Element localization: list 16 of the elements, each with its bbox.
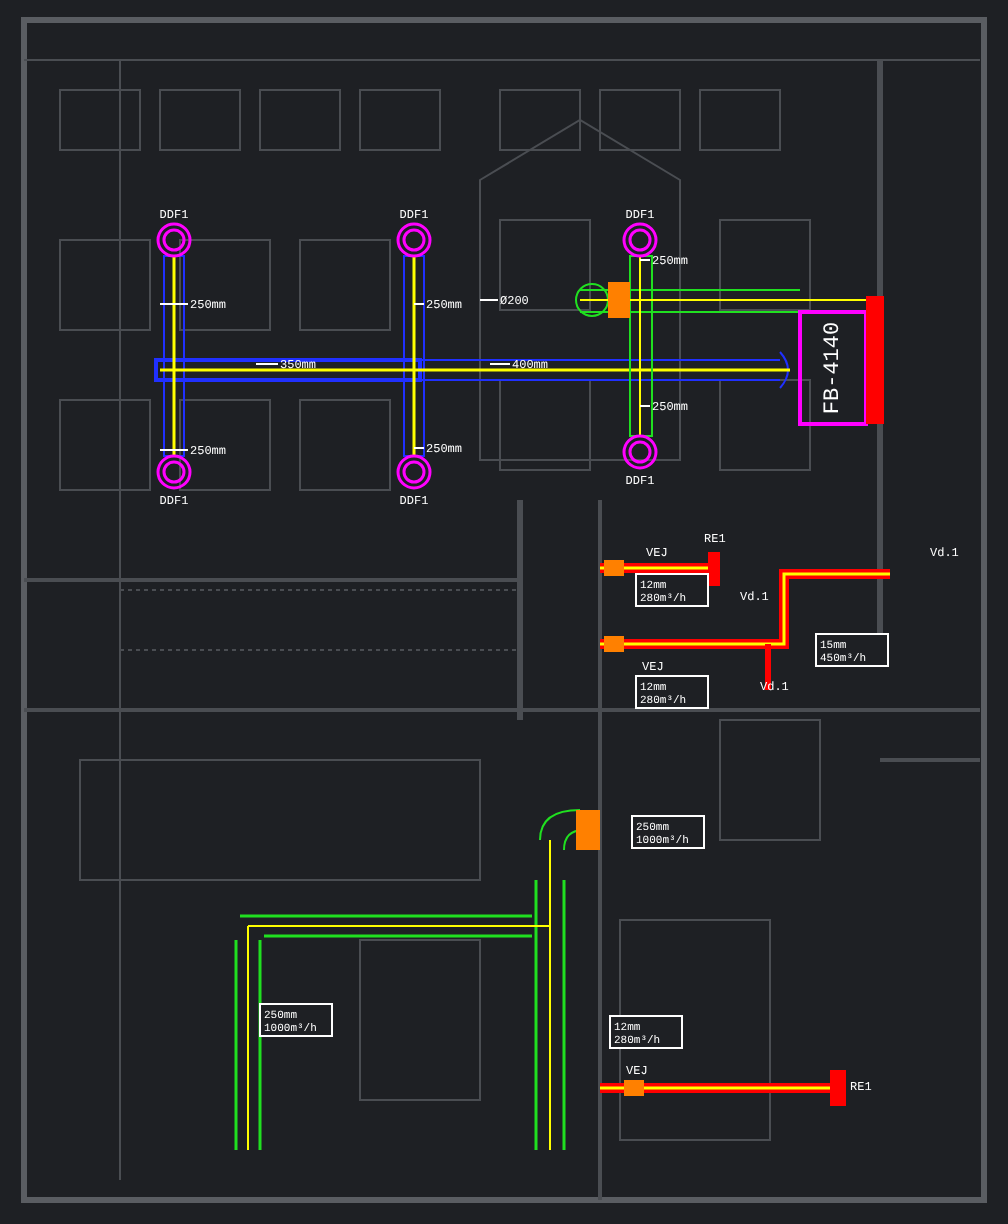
leader-line [413, 303, 425, 305]
diffuser-icon [396, 454, 432, 490]
leader-line [159, 303, 189, 305]
leader-line [639, 405, 651, 407]
diffuser-icon [156, 454, 192, 490]
unit-label: FB-4140 [822, 321, 846, 415]
leader-line [159, 449, 189, 451]
leader-line [413, 447, 425, 449]
leader-line [255, 363, 279, 365]
leader-line [639, 259, 651, 261]
leader-line [479, 299, 499, 301]
diffuser-icon [156, 222, 192, 258]
diffuser-icon [622, 222, 658, 258]
diffuser-icon [622, 434, 658, 470]
leader-line [489, 363, 511, 365]
diffuser-icon [396, 222, 432, 258]
